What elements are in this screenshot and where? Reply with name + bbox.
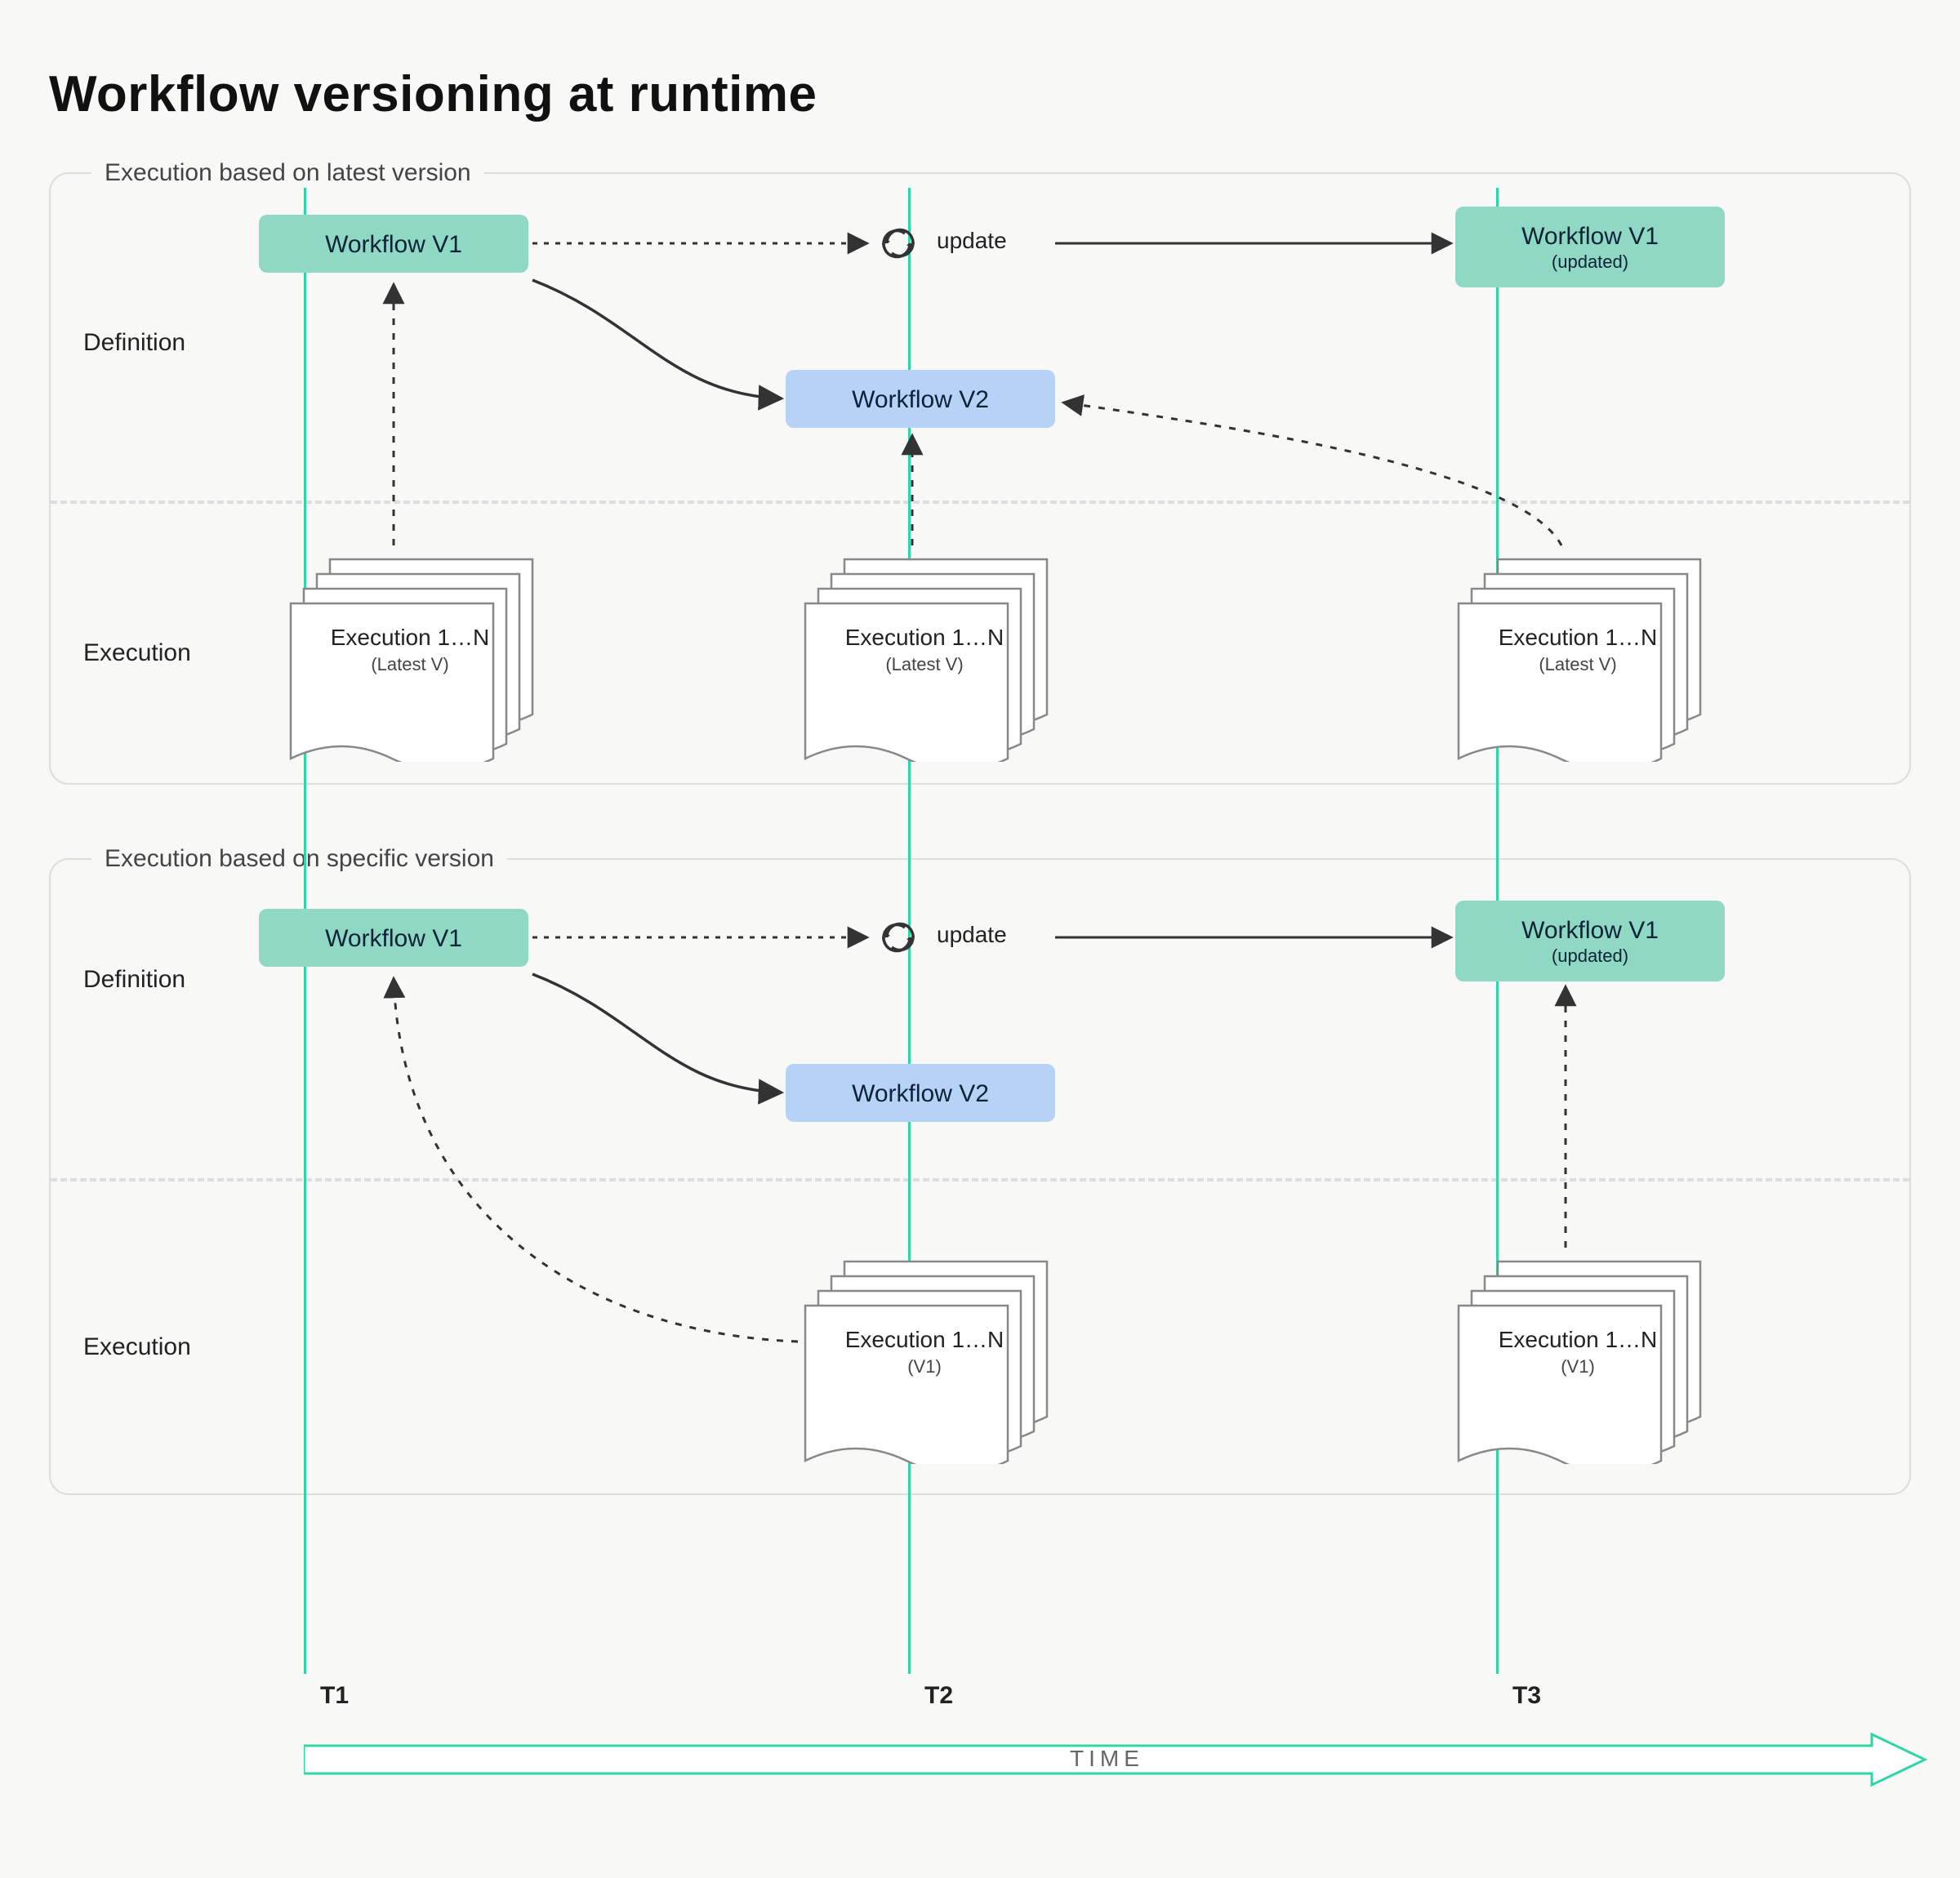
workflow-v1-updated-sub: (updated) xyxy=(1465,251,1715,273)
execution-2-title: Execution 1…N xyxy=(802,625,1047,651)
panel-specific: Execution based on specific version Defi… xyxy=(49,858,1911,1495)
execution-4-label: Execution 1…N (V1) xyxy=(802,1327,1047,1377)
workflow-v2-box: Workflow V2 xyxy=(786,370,1055,428)
update-label-2: update xyxy=(937,922,1007,948)
execution-3-sub: (Latest V) xyxy=(1455,654,1700,675)
execution-1-title: Execution 1…N xyxy=(287,625,532,651)
time-t2: T2 xyxy=(924,1682,953,1710)
execution-1-sub: (Latest V) xyxy=(287,654,532,675)
execution-stack-1: Execution 1…N (Latest V) xyxy=(287,550,565,754)
row-label-execution: Execution xyxy=(83,639,191,667)
update-label: update xyxy=(937,228,1007,254)
execution-2-sub: (Latest V) xyxy=(802,654,1047,675)
time-axis-label: TIME xyxy=(1070,1746,1144,1772)
panel-divider-2 xyxy=(51,1178,1909,1182)
workflow-v2-title-2: Workflow V2 xyxy=(795,1080,1045,1107)
page-title: Workflow versioning at runtime xyxy=(49,65,1911,123)
workflow-v1-box-2: Workflow V1 xyxy=(259,909,528,967)
row-label-execution-2: Execution xyxy=(83,1333,191,1361)
execution-2-label: Execution 1…N (Latest V) xyxy=(802,625,1047,675)
execution-5-label: Execution 1…N (V1) xyxy=(1455,1327,1700,1377)
workflow-v1-box: Workflow V1 xyxy=(259,215,528,273)
workflow-v1-updated-box-2: Workflow V1 (updated) xyxy=(1455,901,1725,981)
panel-latest: Execution based on latest version Defini… xyxy=(49,172,1911,785)
execution-4-title: Execution 1…N xyxy=(802,1327,1047,1353)
time-t3: T3 xyxy=(1512,1682,1541,1710)
time-t1: T1 xyxy=(320,1682,349,1710)
workflow-v1-updated-sub-2: (updated) xyxy=(1465,946,1715,967)
workflow-v2-title: Workflow V2 xyxy=(795,386,1045,413)
execution-stack-2: Execution 1…N (Latest V) xyxy=(802,550,1080,754)
workflow-v1-title: Workflow V1 xyxy=(269,231,519,258)
execution-5-title: Execution 1…N xyxy=(1455,1327,1700,1353)
row-label-definition-2: Definition xyxy=(83,966,185,994)
workflow-v2-box-2: Workflow V2 xyxy=(786,1064,1055,1122)
execution-1-label: Execution 1…N (Latest V) xyxy=(287,625,532,675)
row-label-definition: Definition xyxy=(83,329,185,357)
execution-5-sub: (V1) xyxy=(1455,1356,1700,1377)
workflow-v1-updated-title: Workflow V1 xyxy=(1465,223,1715,250)
execution-3-label: Execution 1…N (Latest V) xyxy=(1455,625,1700,675)
panel-specific-label: Execution based on specific version xyxy=(91,845,507,873)
execution-4-sub: (V1) xyxy=(802,1356,1047,1377)
workflow-v1-updated-box: Workflow V1 (updated) xyxy=(1455,207,1725,287)
execution-stack-4: Execution 1…N (V1) xyxy=(802,1252,1080,1456)
workflow-v1-title-2: Workflow V1 xyxy=(269,925,519,952)
execution-stack-3: Execution 1…N (Latest V) xyxy=(1455,550,1733,754)
panel-divider xyxy=(51,501,1909,504)
panel-latest-label: Execution based on latest version xyxy=(91,159,484,187)
execution-stack-5: Execution 1…N (V1) xyxy=(1455,1252,1733,1456)
execution-3-title: Execution 1…N xyxy=(1455,625,1700,651)
workflow-v1-updated-title-2: Workflow V1 xyxy=(1465,917,1715,944)
